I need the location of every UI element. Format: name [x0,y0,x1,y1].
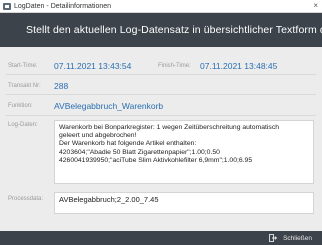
finish-time-label: Finish-Time: [158,63,191,69]
process-data-label: Processdata: [8,196,44,202]
time-row: Start-Time: 07.11.2021 13:43:54 Finish-T… [8,61,277,71]
log-details-window: LogDaten - Detailinformationen × Stellt … [0,0,322,245]
close-button-label: Schließen [283,234,312,242]
function-row: Funktion: AVBelegabbruch_Warenkorb [8,101,163,111]
close-icon[interactable]: × [313,1,318,10]
exit-icon [269,234,278,242]
close-button[interactable]: Schließen [269,233,312,243]
log-line: 4203604;"Abadie 50 Blatt Zigarettenpapie… [59,148,220,156]
divider [6,74,316,75]
log-data-label: Log-Daten: [8,122,38,128]
start-time-label: Start-Time: [8,63,38,69]
log-line: Warenkorb bei Bonparkregister: 1 wegen Z… [59,124,280,131]
transaction-row: Transakt Nr: 288 [8,81,68,91]
banner-headline: Stellt den aktuellen Log-Datensatz in üb… [26,24,322,36]
function-label: Funktion: [8,103,33,109]
log-data-textarea[interactable]: Warenkorb bei Bonparkregister: 1 wegen Z… [54,120,314,184]
function-value: AVBelegabbruch_Warenkorb [54,101,164,111]
window-title: LogDaten [14,2,45,10]
log-line: 4260041939950;"aciTube Slim Aktivkohlefi… [59,156,253,164]
process-data-value: AVBelegabbruch;2_2.00_7.45 [59,195,159,204]
divider [6,115,316,116]
header-banner: Stellt den aktuellen Log-Datensatz in üb… [0,13,322,47]
app-icon [3,2,11,10]
start-time-value: 07.11.2021 13:43:54 [54,61,132,71]
log-line: Der Warenkorb hat folgende Artikel entha… [59,140,197,148]
window-subtitle: Detailinformationen [50,2,112,10]
process-row: Processdata: [8,196,43,202]
title-bar: LogDaten - Detailinformationen × [0,0,322,13]
transaction-label: Transakt Nr: [8,83,41,89]
log-row: Log-Daten: [8,122,38,128]
log-line: geleert und abgebrochen! [59,132,137,140]
footer-bar: Schließen [0,231,322,245]
finish-time-value: 07.11.2021 13:48:45 [200,61,278,71]
transaction-value: 288 [54,81,69,91]
process-data-field[interactable]: AVBelegabbruch;2_2.00_7.45 [54,192,314,214]
title-separator: - [46,2,49,10]
divider [6,94,316,95]
